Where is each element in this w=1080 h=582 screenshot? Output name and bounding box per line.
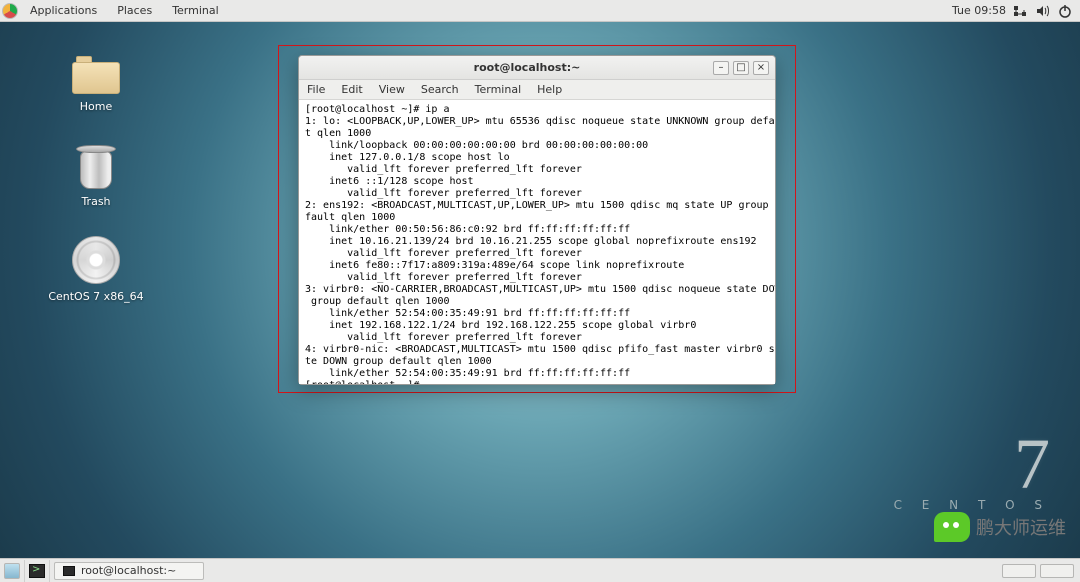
desktop-icons: Home Trash CentOS 7 x86_64: [48, 56, 144, 303]
window-titlebar[interactable]: root@localhost:~ – □ ×: [299, 56, 775, 80]
menu-file[interactable]: File: [299, 80, 333, 100]
terminal-body[interactable]: [root@localhost ~]# ip a 1: lo: <LOOPBAC…: [299, 100, 775, 384]
menu-help[interactable]: Help: [529, 80, 570, 100]
bottom-panel: root@localhost:~: [0, 558, 1080, 582]
taskbar-entry-label: root@localhost:~: [81, 564, 176, 577]
wallpaper-branding: 7 C E N T O S: [894, 436, 1050, 512]
window-title: root@localhost:~: [347, 61, 707, 74]
show-desktop-icon: [4, 563, 20, 579]
workspace-1[interactable]: [1002, 564, 1036, 578]
desktop-icon-install-media[interactable]: CentOS 7 x86_64: [48, 236, 144, 303]
desktop-icon-trash[interactable]: Trash: [48, 141, 144, 208]
watermark: 鹏大师运维: [934, 512, 1066, 542]
desktop-icon-home[interactable]: Home: [48, 56, 144, 113]
workspace-switcher[interactable]: [998, 560, 1080, 582]
window-close-button[interactable]: ×: [753, 61, 769, 75]
terminal-window: root@localhost:~ – □ × File Edit View Se…: [298, 55, 776, 385]
show-desktop-button[interactable]: [0, 560, 25, 582]
terminal-menubar: File Edit View Search Terminal Help: [299, 80, 775, 100]
desktop-icon-label: CentOS 7 x86_64: [48, 290, 143, 303]
menu-edit[interactable]: Edit: [333, 80, 370, 100]
clock[interactable]: Tue 09:58: [952, 4, 1006, 17]
power-icon[interactable]: [1058, 4, 1072, 18]
terminal-launcher[interactable]: [25, 560, 50, 582]
menu-search[interactable]: Search: [413, 80, 467, 100]
taskbar-entry-terminal[interactable]: root@localhost:~: [54, 562, 204, 580]
terminal-icon: [29, 564, 45, 578]
desktop-icon-label: Home: [80, 100, 112, 113]
window-maximize-button[interactable]: □: [733, 61, 749, 75]
menu-terminal[interactable]: Terminal: [164, 0, 227, 22]
watermark-text: 鹏大师运维: [976, 514, 1066, 540]
volume-icon[interactable]: [1036, 4, 1050, 18]
disc-icon: [72, 236, 120, 284]
menu-places[interactable]: Places: [109, 0, 160, 22]
workspace-2[interactable]: [1040, 564, 1074, 578]
top-panel: Applications Places Terminal Tue 09:58: [0, 0, 1080, 22]
terminal-icon: [63, 566, 75, 576]
version-number: 7: [894, 436, 1050, 494]
trash-icon: [76, 141, 116, 189]
desktop-icon-label: Trash: [81, 195, 110, 208]
menu-view[interactable]: View: [371, 80, 413, 100]
menu-terminal[interactable]: Terminal: [467, 80, 530, 100]
menu-applications[interactable]: Applications: [22, 0, 105, 22]
terminal-output: [root@localhost ~]# ip a 1: lo: <LOOPBAC…: [305, 104, 769, 384]
folder-icon: [72, 56, 120, 94]
distro-logo-icon: [2, 3, 18, 19]
window-minimize-button[interactable]: –: [713, 61, 729, 75]
network-icon[interactable]: [1014, 4, 1028, 18]
distro-name: C E N T O S: [894, 498, 1050, 512]
wechat-icon: [934, 512, 970, 542]
